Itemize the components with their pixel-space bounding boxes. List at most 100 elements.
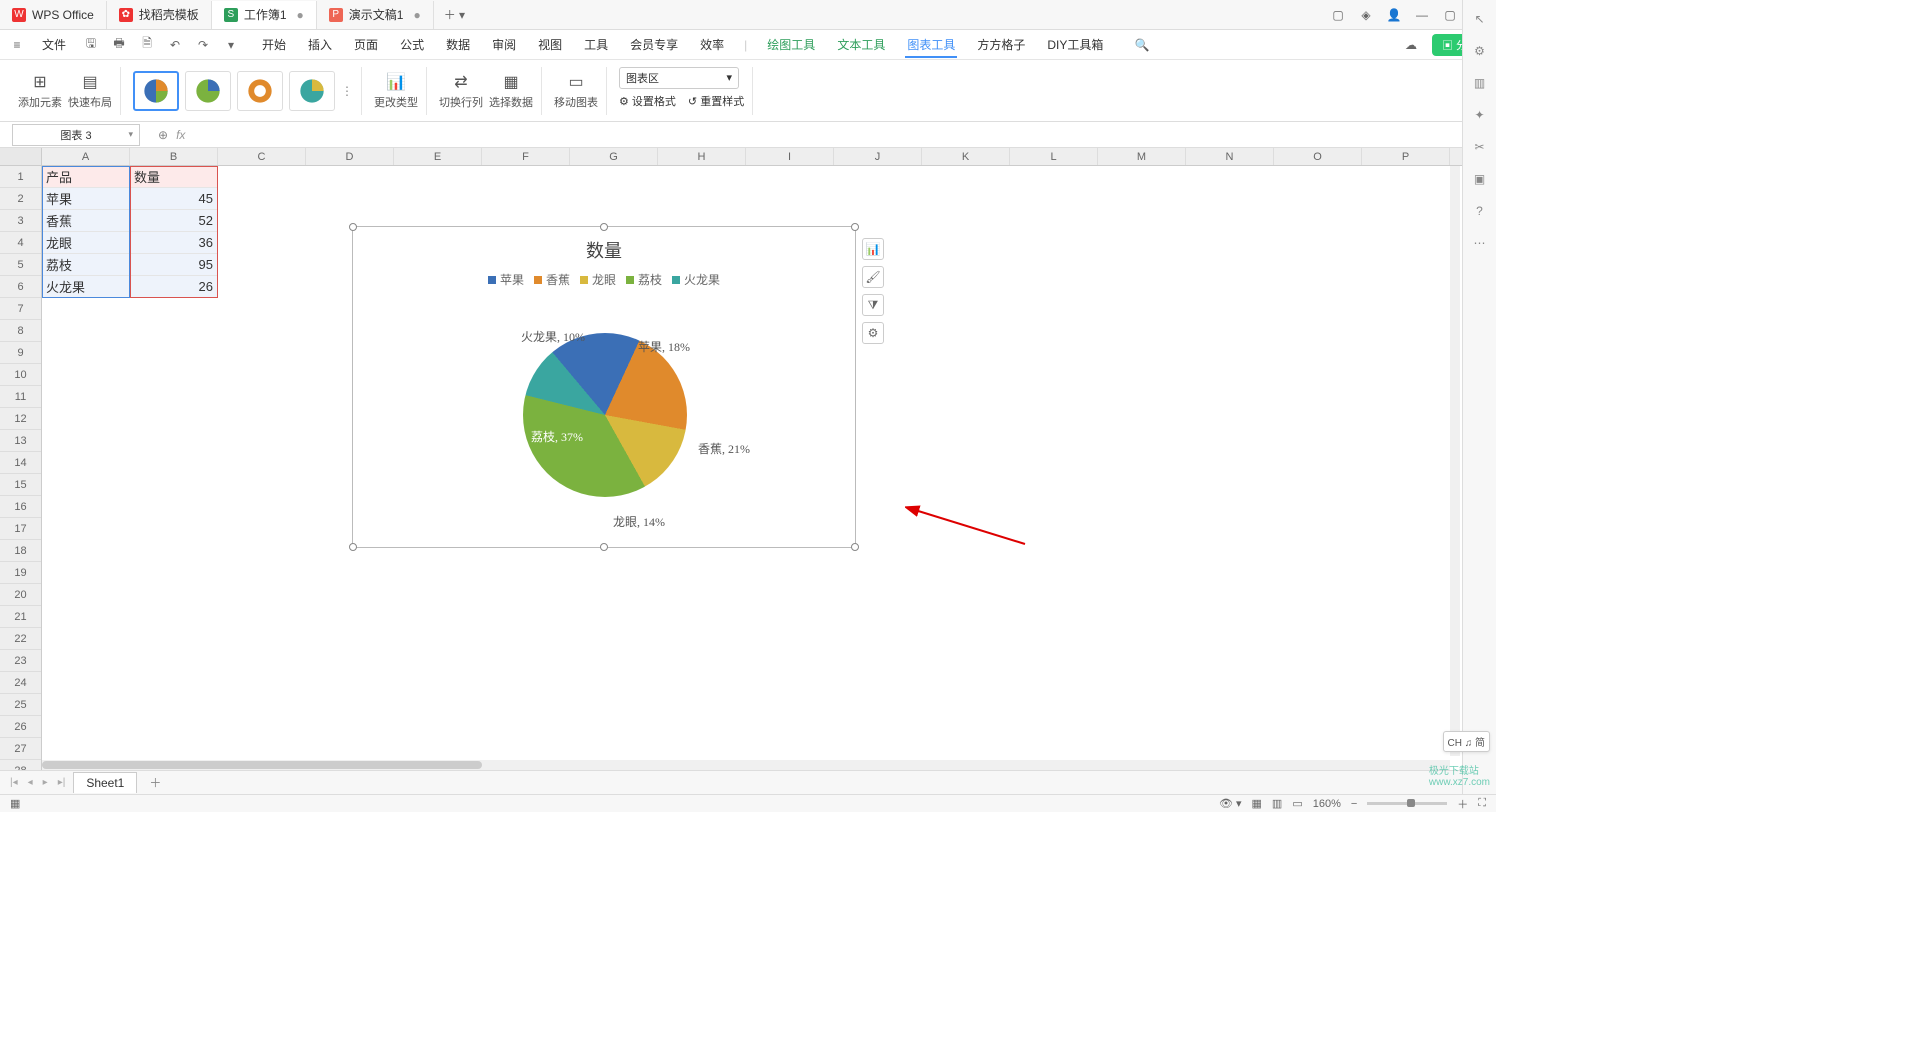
quick-layout-button[interactable]: ▤ 快速布局 bbox=[68, 72, 112, 110]
more-icon[interactable]: ⋯ bbox=[1471, 234, 1489, 252]
cell-b5[interactable]: 95 bbox=[130, 254, 218, 276]
column-header[interactable]: O bbox=[1274, 148, 1362, 165]
cell-a4[interactable]: 龙眼 bbox=[42, 232, 130, 254]
zoom-target-icon[interactable]: ⊕ bbox=[158, 128, 168, 142]
app-tab-wps[interactable]: W WPS Office bbox=[0, 1, 107, 29]
pie-plot[interactable]: 苹果, 18% 香蕉, 21% 龙眼, 14% 荔枝, 37% 火龙果, 10% bbox=[353, 288, 855, 528]
avatar-icon[interactable]: 👤 bbox=[1386, 7, 1402, 23]
cell-b4[interactable]: 36 bbox=[130, 232, 218, 254]
cell-b3[interactable]: 52 bbox=[130, 210, 218, 232]
row-header[interactable]: 20 bbox=[0, 584, 41, 606]
row-header[interactable]: 7 bbox=[0, 298, 41, 320]
resize-handle[interactable] bbox=[600, 223, 608, 231]
row-header[interactable]: 11 bbox=[0, 386, 41, 408]
zoom-in-icon[interactable]: ＋ bbox=[1457, 796, 1468, 812]
change-type-button[interactable]: 📊 更改类型 bbox=[374, 72, 418, 110]
more-styles-icon[interactable]: ⋮ bbox=[341, 84, 353, 98]
cell-b6[interactable]: 26 bbox=[130, 276, 218, 298]
tab-diy[interactable]: DIY工具箱 bbox=[1045, 32, 1105, 57]
save-icon[interactable]: 🖫 bbox=[82, 36, 100, 54]
row-header[interactable]: 9 bbox=[0, 342, 41, 364]
zoom-out-icon[interactable]: − bbox=[1351, 798, 1357, 810]
move-chart-button[interactable]: ▭ 移动图表 bbox=[554, 72, 598, 110]
resize-handle[interactable] bbox=[851, 543, 859, 551]
chart-pane-icon[interactable]: ▣ bbox=[1471, 170, 1489, 188]
tab-fangfang[interactable]: 方方格子 bbox=[975, 32, 1027, 57]
menu-icon[interactable]: ≡ bbox=[8, 36, 26, 54]
column-header[interactable]: B bbox=[130, 148, 218, 165]
chart-filter-button[interactable]: ⧩ bbox=[862, 294, 884, 316]
name-box[interactable]: 图表 3 bbox=[12, 124, 140, 146]
column-header[interactable]: E bbox=[394, 148, 482, 165]
chart-legend[interactable]: 苹果 香蕉 龙眼 荔枝 火龙果 bbox=[353, 271, 855, 288]
fx-icon[interactable]: fx bbox=[176, 128, 185, 142]
column-header[interactable]: P bbox=[1362, 148, 1450, 165]
maximize-icon[interactable]: ▢ bbox=[1442, 7, 1458, 23]
chart-style-1[interactable] bbox=[133, 71, 179, 111]
view-normal-icon[interactable]: ▦ bbox=[1252, 797, 1262, 810]
tab-efficiency[interactable]: 效率 bbox=[698, 32, 726, 57]
row-header[interactable]: 4 bbox=[0, 232, 41, 254]
column-header[interactable]: F bbox=[482, 148, 570, 165]
tab-formula[interactable]: 公式 bbox=[398, 32, 426, 57]
vertical-scrollbar[interactable] bbox=[1450, 166, 1460, 756]
eye-icon[interactable]: 👁 ▾ bbox=[1219, 797, 1242, 810]
resize-handle[interactable] bbox=[349, 543, 357, 551]
row-header[interactable]: 12 bbox=[0, 408, 41, 430]
tab-view[interactable]: 视图 bbox=[536, 32, 564, 57]
row-header[interactable]: 26 bbox=[0, 716, 41, 738]
tab-start[interactable]: 开始 bbox=[260, 32, 288, 57]
row-header[interactable]: 5 bbox=[0, 254, 41, 276]
cell-a5[interactable]: 荔枝 bbox=[42, 254, 130, 276]
row-header[interactable]: 15 bbox=[0, 474, 41, 496]
tab-data[interactable]: 数据 bbox=[444, 32, 472, 57]
row-header[interactable]: 27 bbox=[0, 738, 41, 760]
cell-a1[interactable]: 产品 bbox=[42, 166, 130, 188]
tab-tools[interactable]: 工具 bbox=[582, 32, 610, 57]
tab-member[interactable]: 会员专享 bbox=[628, 32, 680, 57]
select-data-button[interactable]: ▦ 选择数据 bbox=[489, 72, 533, 110]
column-header[interactable]: L bbox=[1010, 148, 1098, 165]
chart-style-button[interactable]: 🖌 bbox=[862, 266, 884, 288]
preview-icon[interactable]: 🗎 bbox=[138, 36, 156, 54]
tab-page[interactable]: 页面 bbox=[352, 32, 380, 57]
fullscreen-icon[interactable]: ⛶ bbox=[1478, 797, 1486, 810]
settings-icon[interactable]: ⚙ bbox=[1471, 42, 1489, 60]
status-mode-icon[interactable]: ▦ bbox=[10, 797, 20, 810]
horizontal-scrollbar[interactable] bbox=[42, 760, 1450, 770]
chart-elements-button[interactable]: 📊 bbox=[862, 238, 884, 260]
view-preview-icon[interactable]: ▭ bbox=[1292, 797, 1302, 810]
column-header[interactable]: D bbox=[306, 148, 394, 165]
row-header[interactable]: 23 bbox=[0, 650, 41, 672]
cell-b1[interactable]: 数量 bbox=[130, 166, 218, 188]
sheet-first-icon[interactable]: |◂ bbox=[8, 777, 20, 788]
set-format-button[interactable]: ⚙ 设置格式 bbox=[619, 93, 676, 109]
sheet-next-icon[interactable]: ▸ bbox=[41, 777, 50, 788]
row-header[interactable]: 25 bbox=[0, 694, 41, 716]
chart-style-4[interactable] bbox=[289, 71, 335, 111]
row-header[interactable]: 16 bbox=[0, 496, 41, 518]
column-header[interactable]: K bbox=[922, 148, 1010, 165]
tab-insert[interactable]: 插入 bbox=[306, 32, 334, 57]
zoom-slider[interactable] bbox=[1367, 802, 1447, 805]
resize-handle[interactable] bbox=[349, 223, 357, 231]
undo-icon[interactable]: ↶ bbox=[166, 36, 184, 54]
print-icon[interactable]: 🖶 bbox=[110, 36, 128, 54]
cloud-icon[interactable]: ☁ bbox=[1402, 36, 1420, 54]
app-tab-template[interactable]: ✿ 找稻壳模板 bbox=[107, 1, 212, 29]
file-menu[interactable]: 文件 bbox=[36, 36, 72, 53]
close-icon[interactable]: ● bbox=[413, 8, 420, 22]
column-header[interactable]: G bbox=[570, 148, 658, 165]
row-header[interactable]: 17 bbox=[0, 518, 41, 540]
minimize-icon[interactable]: — bbox=[1414, 7, 1430, 23]
chart-area-select[interactable]: 图表区 ▾ bbox=[619, 67, 739, 89]
column-header[interactable]: A bbox=[42, 148, 130, 165]
row-header[interactable]: 2 bbox=[0, 188, 41, 210]
column-header[interactable]: C bbox=[218, 148, 306, 165]
switch-rc-button[interactable]: ⇄ 切换行列 bbox=[439, 72, 483, 110]
chart-object[interactable]: 数量 苹果 香蕉 龙眼 荔枝 火龙果 苹果, 18% 香蕉, 21% 龙眼, 1… bbox=[352, 226, 856, 548]
app-tab-presentation[interactable]: P 演示文稿1 ● bbox=[317, 1, 434, 29]
row-header[interactable]: 1 bbox=[0, 166, 41, 188]
tab-review[interactable]: 审阅 bbox=[490, 32, 518, 57]
chart-title[interactable]: 数量 bbox=[353, 237, 855, 263]
